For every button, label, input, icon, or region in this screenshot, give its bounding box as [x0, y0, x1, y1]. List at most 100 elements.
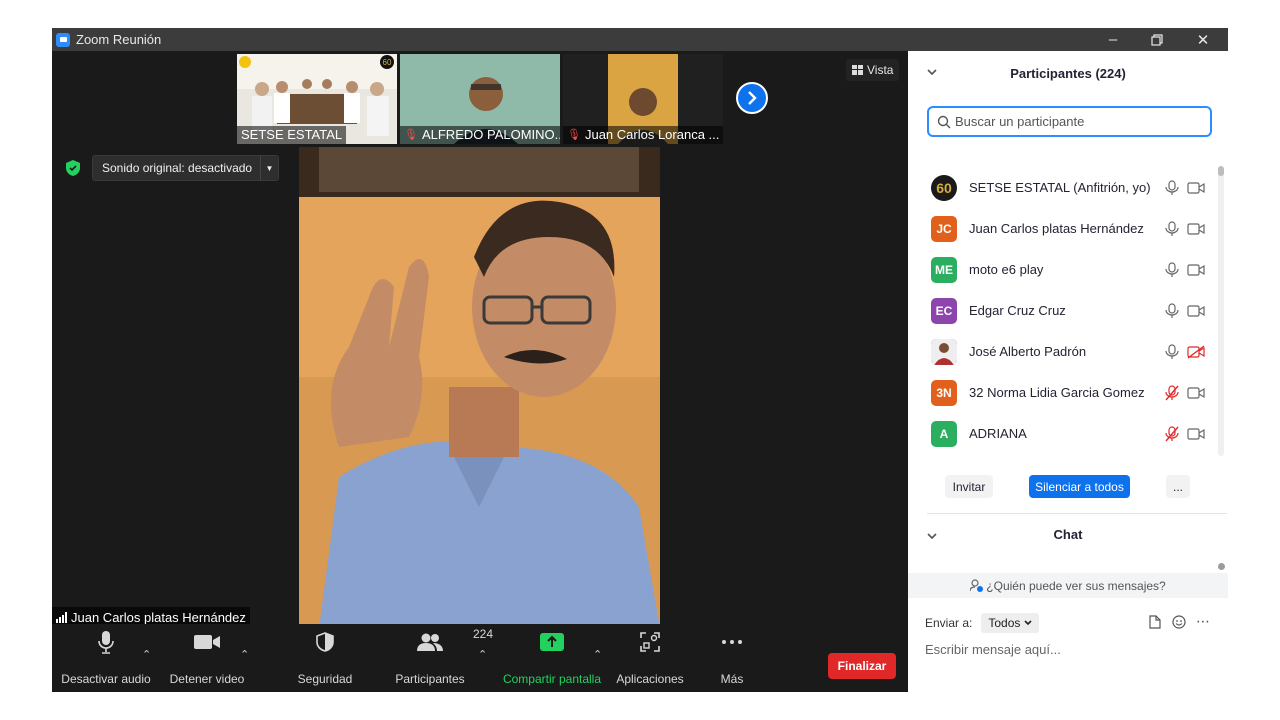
meeting-toolbar: Desactivar audio ⌃ Detener video ⌃ Segur…: [52, 624, 908, 692]
chat-more-icon[interactable]: ⋯: [1196, 613, 1210, 630]
participant-list-scrollbar[interactable]: [1218, 166, 1224, 456]
side-panel: Participantes (224) 60 SETSE ESTATAL (Anf…: [908, 51, 1228, 692]
file-icon[interactable]: [1149, 615, 1161, 632]
active-speaker-video: [299, 147, 660, 624]
audio-options-caret-icon[interactable]: ⌃: [142, 648, 151, 661]
video-camera-icon[interactable]: [1187, 386, 1205, 400]
dropdown-arrow-icon[interactable]: ▼: [260, 156, 278, 180]
participant-name: José Alberto Padrón: [969, 344, 1087, 359]
video-camera-icon[interactable]: [1187, 181, 1205, 195]
chevron-right-icon: [748, 91, 757, 105]
mic-muted-icon[interactable]: [1165, 384, 1179, 401]
video-thumbnail[interactable]: 🎙 Juan Carlos Loranca ...: [563, 54, 723, 144]
mic-muted-icon[interactable]: [1165, 425, 1179, 442]
participants-more-button[interactable]: ...: [1166, 475, 1190, 498]
thumbnail-name: 🎙 ALFREDO PALOMINO...: [400, 126, 560, 144]
signal-strength-icon: [56, 612, 67, 623]
participant-name: Edgar Cruz Cruz: [969, 303, 1066, 318]
svg-text:60: 60: [383, 58, 392, 67]
participant-row[interactable]: 3N 32 Norma Lidia Garcia Gomez: [908, 372, 1218, 413]
search-icon: [937, 115, 951, 128]
participant-row[interactable]: José Alberto Padrón: [908, 331, 1218, 372]
thumbnail-name: SETSE ESTATAL: [237, 126, 347, 144]
stop-video-button[interactable]: Detener video: [166, 624, 248, 692]
apps-button[interactable]: Aplicaciones: [614, 624, 686, 692]
participant-row[interactable]: ME moto e6 play: [908, 249, 1218, 290]
original-sound-button[interactable]: Sonido original: desactivado ▼: [92, 155, 279, 181]
chat-message-input[interactable]: Escribir mensaje aquí...: [925, 642, 1061, 657]
video-camera-icon: [194, 635, 220, 649]
close-icon[interactable]: ✕: [1180, 28, 1226, 51]
participant-name: ADRIANA: [969, 426, 1027, 441]
mic-muted-icon: 🎙: [404, 129, 418, 141]
chat-title: Chat: [1053, 527, 1083, 542]
microphone-icon[interactable]: [1165, 302, 1179, 319]
security-button[interactable]: Seguridad: [288, 624, 362, 692]
active-speaker-label: Juan Carlos platas Hernández: [52, 607, 250, 624]
video-camera-icon[interactable]: [1187, 427, 1205, 441]
participant-row[interactable]: JC Juan Carlos platas Hernández: [908, 208, 1218, 249]
video-thumbnail[interactable]: 🎙 ALFREDO PALOMINO...: [400, 54, 560, 144]
send-to-row: Enviar a: Todos: [925, 613, 1040, 633]
speaker-video-frame: [299, 147, 660, 624]
participant-name: 32 Norma Lidia Garcia Gomez: [969, 385, 1145, 400]
encryption-shield-icon[interactable]: [66, 160, 80, 176]
participant-avatar: A: [931, 420, 957, 447]
share-options-caret-icon[interactable]: ⌃: [593, 648, 602, 661]
participant-avatar: 60: [931, 174, 957, 201]
shield-icon: [316, 632, 334, 652]
chevron-down-icon: [1024, 620, 1032, 626]
participants-options-caret-icon[interactable]: ⌃: [478, 648, 487, 661]
video-area: 60 SETSE ESTATAL 🎙 ALFREDO PALOMINO... 🎙 J…: [52, 51, 908, 624]
chat-scrollbar[interactable]: [1218, 563, 1225, 570]
next-page-button[interactable]: [736, 82, 768, 114]
participants-count: 224: [473, 627, 494, 641]
microphone-icon[interactable]: [1165, 179, 1179, 196]
video-camera-icon[interactable]: [1187, 222, 1205, 236]
more-dots-icon: [722, 640, 742, 644]
share-screen-button[interactable]: Compartir pantalla: [498, 624, 606, 692]
microphone-icon: [98, 631, 114, 654]
user-info-icon: [970, 579, 984, 592]
mic-muted-icon: 🎙: [567, 129, 581, 141]
panel-divider: [927, 513, 1227, 514]
mute-audio-button[interactable]: Desactivar audio: [60, 624, 152, 692]
apps-icon: [640, 632, 660, 652]
participants-title: Participantes (224): [1010, 66, 1126, 81]
participant-search-input[interactable]: [955, 114, 1205, 129]
mute-all-button[interactable]: Silenciar a todos: [1029, 475, 1130, 498]
video-camera-icon[interactable]: [1187, 304, 1205, 318]
video-off-icon[interactable]: [1187, 344, 1205, 359]
participant-row[interactable]: 60 SETSE ESTATAL (Anfitrión, yo): [908, 167, 1218, 208]
participants-button[interactable]: 224 Participantes: [388, 624, 493, 692]
view-button[interactable]: Vista: [846, 59, 900, 81]
send-to-dropdown[interactable]: Todos: [981, 613, 1040, 633]
video-camera-icon[interactable]: [1187, 263, 1205, 277]
participant-name: SETSE ESTATAL (Anfitrión, yo): [969, 180, 1151, 195]
microphone-icon[interactable]: [1165, 261, 1179, 278]
video-thumbnail[interactable]: 60 SETSE ESTATAL: [237, 54, 397, 144]
participant-avatar: ME: [931, 256, 957, 283]
title-bar: Zoom Reunión – ✕: [52, 28, 1228, 51]
invite-button[interactable]: Invitar: [945, 475, 993, 498]
thumbnail-name: 🎙 Juan Carlos Loranca ...: [563, 126, 723, 144]
emoji-icon[interactable]: [1172, 615, 1186, 632]
participants-icon: [417, 633, 443, 651]
participant-row[interactable]: A ADRIANA: [908, 413, 1218, 454]
zoom-window: Zoom Reunión – ✕ 60 SETSE ESTATAL 🎙 ALFR…: [52, 28, 1228, 692]
more-button[interactable]: Más: [708, 624, 756, 692]
participant-name: moto e6 play: [969, 262, 1044, 277]
microphone-icon[interactable]: [1165, 343, 1179, 360]
microphone-icon[interactable]: [1165, 220, 1179, 237]
participant-row[interactable]: EC Edgar Cruz Cruz: [908, 290, 1218, 331]
zoom-logo-icon: [56, 32, 70, 47]
video-options-caret-icon[interactable]: ⌃: [240, 648, 249, 661]
restore-icon[interactable]: [1134, 28, 1180, 51]
participant-search-box[interactable]: [927, 106, 1212, 137]
participant-name: Juan Carlos platas Hernández: [969, 221, 1144, 236]
who-can-see-messages[interactable]: ¿Quién puede ver sus mensajes?: [908, 573, 1228, 598]
window-title: Zoom Reunión: [76, 32, 162, 47]
end-meeting-button[interactable]: Finalizar: [828, 653, 896, 679]
minimize-icon[interactable]: –: [1090, 28, 1136, 51]
participant-avatar: EC: [931, 297, 957, 324]
